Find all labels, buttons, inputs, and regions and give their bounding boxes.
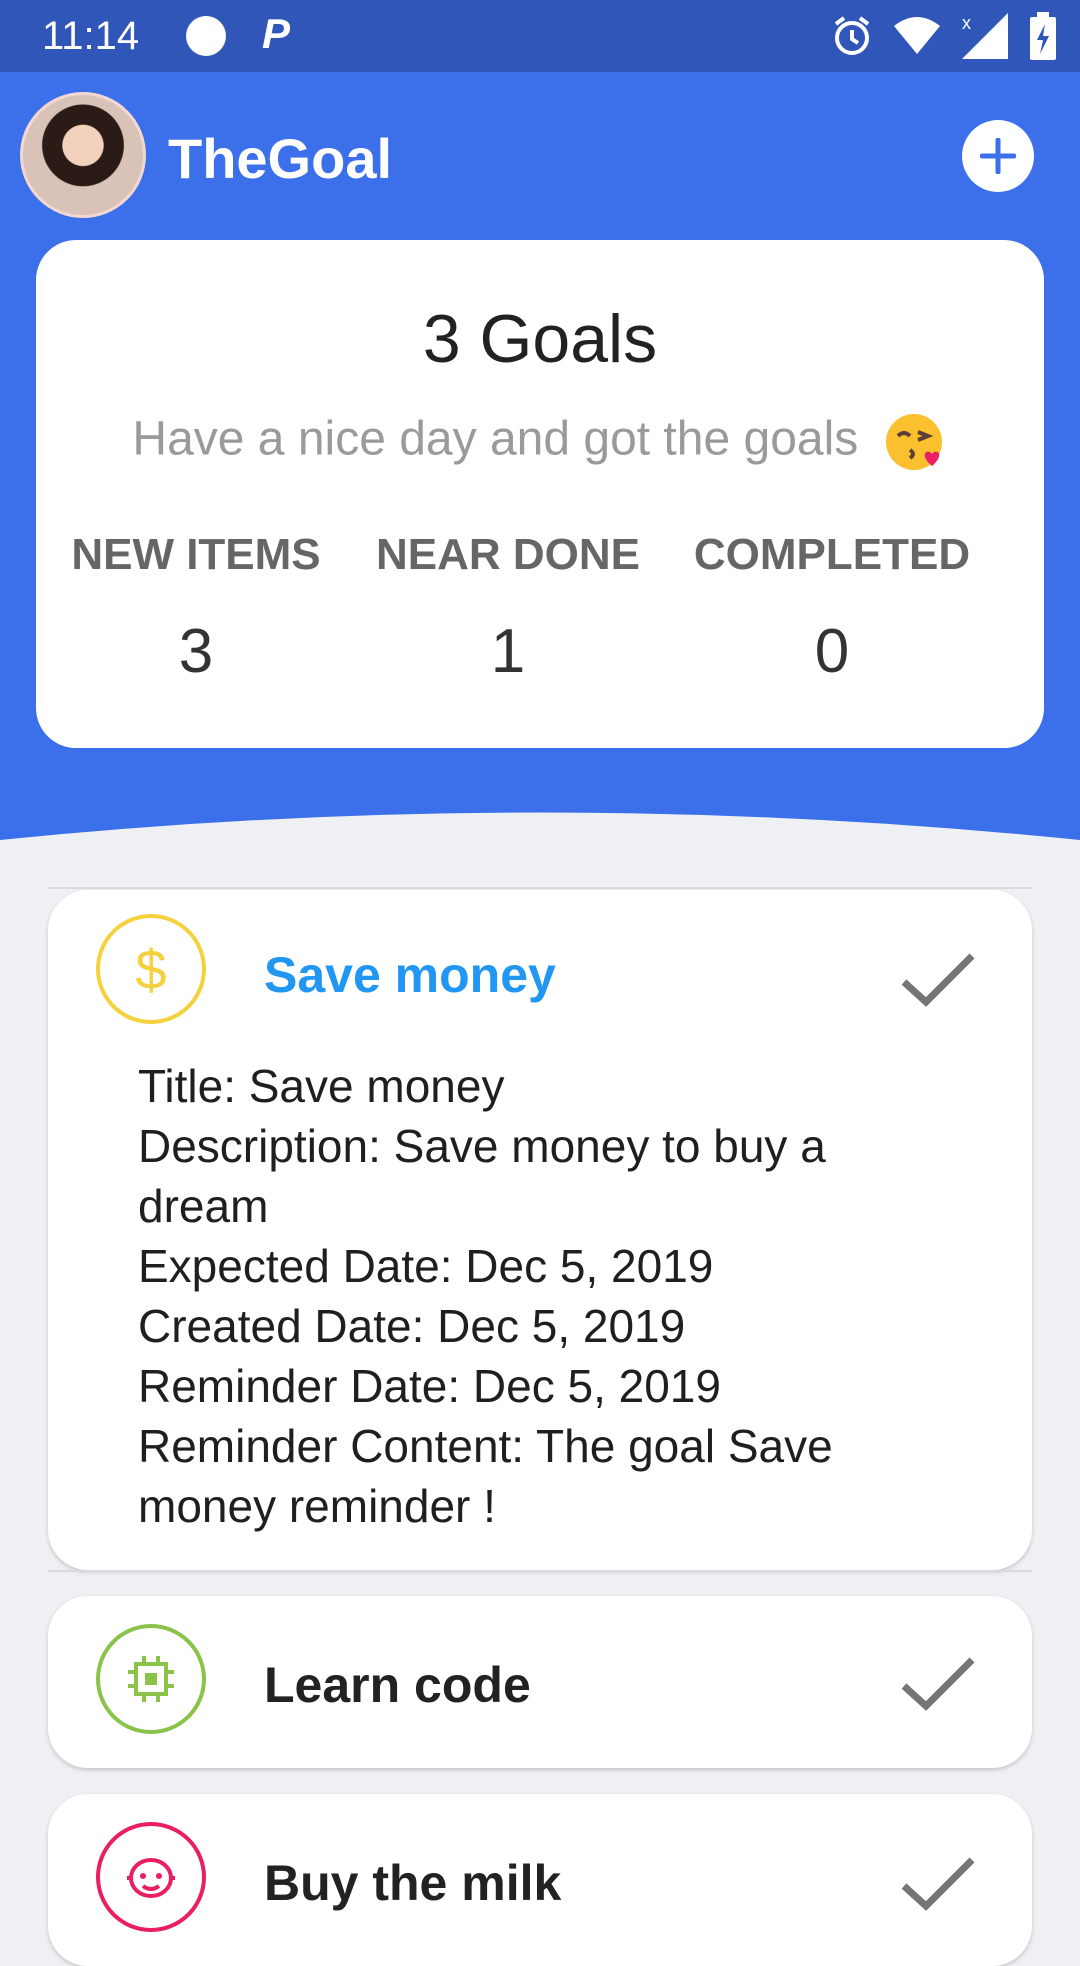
circle-notification-icon bbox=[186, 16, 226, 56]
check-icon[interactable] bbox=[900, 1654, 976, 1714]
status-icons: x bbox=[832, 10, 1056, 62]
stat-label: COMPLETED bbox=[693, 530, 971, 579]
goal-title: Save money bbox=[264, 947, 556, 1003]
stat-value: 0 bbox=[814, 617, 850, 686]
detail-reminder-date: Reminder Date: Dec 5, 2019 bbox=[138, 1360, 721, 1412]
status-time: 11:14 bbox=[42, 14, 140, 58]
stat-near-done: NEAR DONE 1 bbox=[348, 530, 668, 687]
goal-card-learn-code[interactable]: Learn code bbox=[48, 1596, 1032, 1768]
check-icon[interactable] bbox=[900, 1854, 976, 1914]
goals-count: 3 Goals bbox=[422, 301, 658, 377]
detail-title: Title: Save money bbox=[138, 1060, 505, 1112]
baby-face-icon bbox=[96, 1822, 206, 1932]
summary-card: 3 Goals Have a nice day and got the goal… bbox=[36, 240, 1044, 748]
stat-label: NEAR DONE bbox=[375, 530, 641, 579]
greeting-text: Have a nice day and got the goals bbox=[132, 412, 859, 466]
chip-icon bbox=[96, 1624, 206, 1734]
header-curve bbox=[0, 800, 1080, 860]
divider bbox=[48, 1570, 1032, 1572]
check-icon[interactable] bbox=[900, 950, 976, 1010]
chip-glyph bbox=[128, 1656, 174, 1702]
goal-title: Buy the milk bbox=[264, 1855, 562, 1911]
stat-completed: COMPLETED 0 bbox=[672, 530, 992, 687]
alarm-icon bbox=[834, 16, 870, 55]
goal-details: Title: Save money Description: Save mone… bbox=[138, 1056, 958, 1536]
detail-created-date: Created Date: Dec 5, 2019 bbox=[138, 1300, 686, 1352]
add-goal-button[interactable] bbox=[962, 120, 1034, 192]
detail-reminder-content: Reminder Content: The goal Save money re… bbox=[138, 1420, 833, 1532]
wifi-icon bbox=[894, 17, 940, 54]
parking-icon: P bbox=[262, 10, 291, 57]
goal-title: Learn code bbox=[264, 1657, 531, 1713]
kissing-face-emoji bbox=[885, 414, 942, 470]
stat-label: NEW ITEMS bbox=[71, 530, 321, 579]
greeting: Have a nice day and got the goals bbox=[36, 410, 1044, 474]
signal-icon: x bbox=[962, 13, 1008, 59]
stat-value: 1 bbox=[490, 617, 526, 686]
goal-card-save-money[interactable]: $ Save money Title: Save money Descripti… bbox=[48, 890, 1032, 1570]
stat-new-items: NEW ITEMS 3 bbox=[36, 530, 356, 687]
profile-avatar[interactable] bbox=[20, 92, 146, 218]
detail-expected-date: Expected Date: Dec 5, 2019 bbox=[138, 1240, 714, 1292]
baby-face-glyph bbox=[127, 1858, 175, 1898]
detail-description: Description: Save money to buy a dream bbox=[138, 1120, 826, 1232]
battery-charging-icon bbox=[1030, 12, 1056, 60]
goal-card-buy-the-milk[interactable]: Buy the milk bbox=[48, 1794, 1032, 1966]
plus-icon bbox=[980, 138, 1016, 174]
svg-text:x: x bbox=[962, 13, 971, 33]
dollar-icon: $ bbox=[96, 914, 206, 1024]
divider bbox=[48, 887, 1032, 889]
stat-value: 3 bbox=[178, 617, 214, 686]
status-bar: 11:14 P x bbox=[0, 0, 1080, 72]
app-title: TheGoal bbox=[168, 127, 393, 190]
